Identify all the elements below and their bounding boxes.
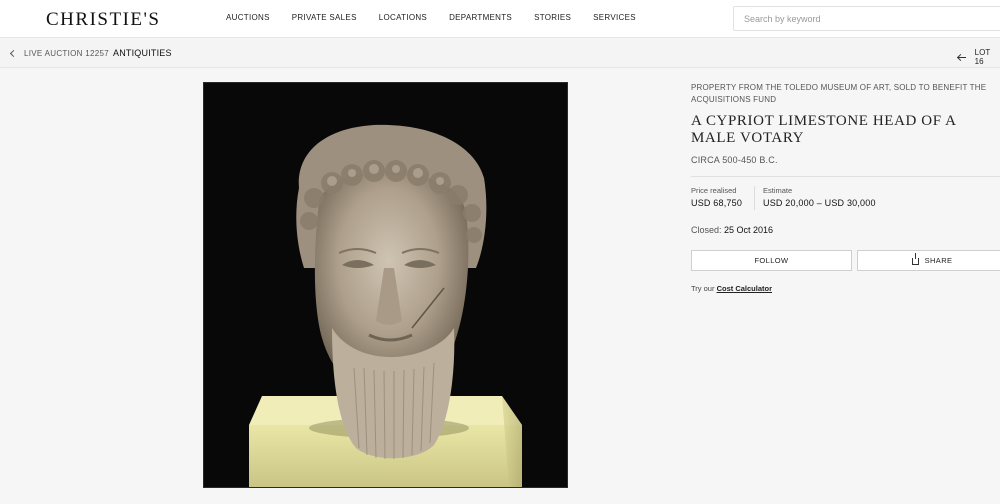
- lot-provenance: PROPERTY FROM THE TOLEDO MUSEUM OF ART, …: [691, 83, 987, 104]
- arrow-left-icon: [958, 56, 966, 58]
- christies-logo[interactable]: CHRISTIE'S: [46, 9, 161, 31]
- nav-services[interactable]: SERVICES: [593, 13, 636, 22]
- divider-vertical: [754, 186, 755, 210]
- nav-auctions[interactable]: AUCTIONS: [226, 13, 270, 22]
- limestone-head-illustration: [204, 83, 567, 487]
- share-icon: [911, 253, 919, 265]
- cost-calculator-link[interactable]: Cost Calculator: [717, 284, 772, 293]
- estimate-label: Estimate: [763, 186, 793, 195]
- closed-status: Closed: 25 Oct 2016: [691, 225, 773, 235]
- nav-locations[interactable]: LOCATIONS: [379, 13, 427, 22]
- share-label: SHARE: [924, 256, 953, 265]
- lot-number: LOT 16: [974, 48, 991, 66]
- nav-stories[interactable]: STORIES: [534, 13, 571, 22]
- lot-details: PROPERTY FROM THE TOLEDO MUSEUM OF ART, …: [691, 82, 1000, 293]
- lot-date: CIRCA 500-450 B.C.: [691, 155, 778, 165]
- follow-button[interactable]: FOLLOW: [691, 250, 852, 271]
- price-label: Price realised: [691, 186, 737, 195]
- search-box: [733, 6, 1000, 31]
- breadcrumb[interactable]: LIVE AUCTION 12257 ANTIQUITIES: [9, 48, 172, 58]
- calc-prefix: Try our: [691, 284, 715, 293]
- price-value: USD 68,750: [691, 198, 743, 208]
- closed-date: 25 Oct 2016: [724, 225, 774, 235]
- nav-departments[interactable]: DEPARTMENTS: [449, 13, 512, 22]
- price-realised: Price realised USD 68,750: [691, 186, 742, 208]
- lot-image[interactable]: [203, 82, 568, 488]
- top-navigation: CHRISTIE'S AUCTIONS PRIVATE SALES LOCATI…: [0, 0, 1000, 38]
- closed-label: Closed:: [691, 225, 722, 235]
- chevron-left-icon: [9, 49, 18, 58]
- breadcrumb-bar: LIVE AUCTION 12257 ANTIQUITIES LOT 16: [0, 39, 1000, 68]
- estimate: Estimate USD 20,000 – USD 30,000: [763, 186, 876, 208]
- cost-calculator-prompt: Try our Cost Calculator: [691, 284, 772, 293]
- share-button[interactable]: SHARE: [857, 250, 1000, 271]
- nav-private-sales[interactable]: PRIVATE SALES: [292, 13, 357, 22]
- lot-navigation[interactable]: LOT 16: [958, 48, 1000, 66]
- breadcrumb-department: ANTIQUITIES: [113, 48, 172, 58]
- breadcrumb-sale: LIVE AUCTION 12257: [24, 48, 109, 58]
- search-input[interactable]: [734, 7, 1000, 30]
- estimate-value: USD 20,000 – USD 30,000: [763, 198, 876, 208]
- main-nav: AUCTIONS PRIVATE SALES LOCATIONS DEPARTM…: [226, 13, 658, 22]
- divider: [691, 176, 1000, 177]
- follow-label: FOLLOW: [754, 256, 789, 265]
- lot-title: A CYPRIOT LIMESTONE HEAD OF A MALE VOTAR…: [691, 113, 956, 146]
